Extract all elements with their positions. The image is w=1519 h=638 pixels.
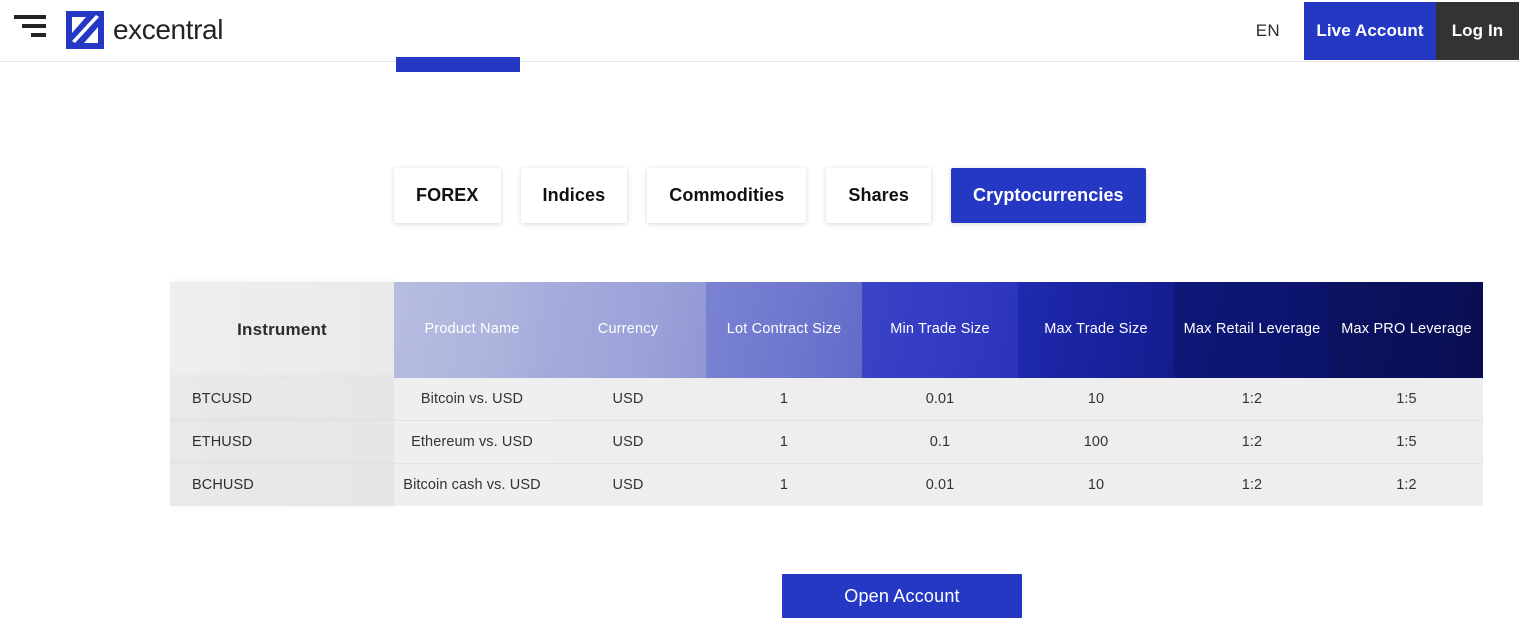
hamburger-bar-middle [22,24,46,28]
table-header: Instrument Product Name Currency Lot Con… [170,282,1483,378]
cell-max-pro-leverage: 1:5 [1330,420,1483,464]
table-row: ETHUSD Ethereum vs. USD USD 1 0.1 100 1:… [170,420,1483,464]
cell-lot-contract-size: 1 [706,378,862,421]
cell-lot-contract-size: 1 [706,463,862,506]
cell-max-trade-size: 10 [1018,378,1174,421]
open-account-button[interactable]: Open Account [782,574,1022,618]
cell-min-trade-size: 0.01 [862,463,1018,506]
hamburger-menu-icon[interactable] [12,11,46,41]
tab-cryptocurrencies[interactable]: Cryptocurrencies [951,168,1146,223]
column-header-max-retail-leverage[interactable]: Max Retail Leverage [1174,282,1330,378]
hamburger-bar-top [14,15,46,19]
cell-max-retail-leverage: 1:2 [1174,420,1330,464]
cell-max-retail-leverage: 1:2 [1174,463,1330,506]
column-header-max-pro-leverage[interactable]: Max PRO Leverage [1330,282,1483,378]
cell-product-name: Bitcoin vs. USD [394,378,550,421]
excentral-logo-mark [66,11,104,49]
cell-max-trade-size: 10 [1018,463,1174,506]
site-header: excentral EN Live Account Log In [0,0,1519,62]
cell-currency: USD [550,463,706,506]
cell-max-trade-size: 100 [1018,420,1174,464]
cell-min-trade-size: 0.01 [862,378,1018,421]
tab-commodities[interactable]: Commodities [647,168,807,223]
clipped-blue-bar [396,57,520,72]
table-body: BTCUSD Bitcoin vs. USD USD 1 0.01 10 1:2… [170,378,1483,506]
instrument-category-tabs: FOREX Indices Commodities Shares Cryptoc… [394,168,1146,223]
live-account-button[interactable]: Live Account [1304,2,1436,60]
table-row: BCHUSD Bitcoin cash vs. USD USD 1 0.01 1… [170,463,1483,506]
column-header-min-trade-size[interactable]: Min Trade Size [862,282,1018,378]
cell-lot-contract-size: 1 [706,420,862,464]
tab-indices[interactable]: Indices [520,168,628,223]
cell-instrument: BTCUSD [170,378,394,421]
column-header-product-name[interactable]: Product Name [394,282,550,378]
log-in-button[interactable]: Log In [1436,2,1519,60]
tab-shares[interactable]: Shares [826,168,932,223]
cell-product-name: Bitcoin cash vs. USD [394,463,550,506]
cell-currency: USD [550,378,706,421]
column-header-currency[interactable]: Currency [550,282,706,378]
brand-name: excentral [113,14,224,45]
instrument-specifications-table: Instrument Product Name Currency Lot Con… [170,282,1483,506]
column-header-lot-contract-size[interactable]: Lot Contract Size [706,282,862,378]
tab-forex[interactable]: FOREX [394,168,501,223]
language-selector[interactable]: EN [1232,0,1304,62]
cell-max-retail-leverage: 1:2 [1174,378,1330,421]
column-header-max-trade-size[interactable]: Max Trade Size [1018,282,1174,378]
cell-currency: USD [550,420,706,464]
table-row: BTCUSD Bitcoin vs. USD USD 1 0.01 10 1:2… [170,378,1483,421]
table-header-row: Instrument Product Name Currency Lot Con… [170,282,1483,378]
brand-logo-link[interactable]: excentral [66,8,223,52]
cell-instrument: BCHUSD [170,463,394,506]
cell-instrument: ETHUSD [170,420,394,464]
header-actions: EN Live Account Log In [1232,0,1519,62]
cell-min-trade-size: 0.1 [862,420,1018,464]
hamburger-bar-bottom [31,33,46,37]
cell-product-name: Ethereum vs. USD [394,420,550,464]
column-header-instrument[interactable]: Instrument [170,282,394,378]
cell-max-pro-leverage: 1:2 [1330,463,1483,506]
cell-max-pro-leverage: 1:5 [1330,378,1483,421]
